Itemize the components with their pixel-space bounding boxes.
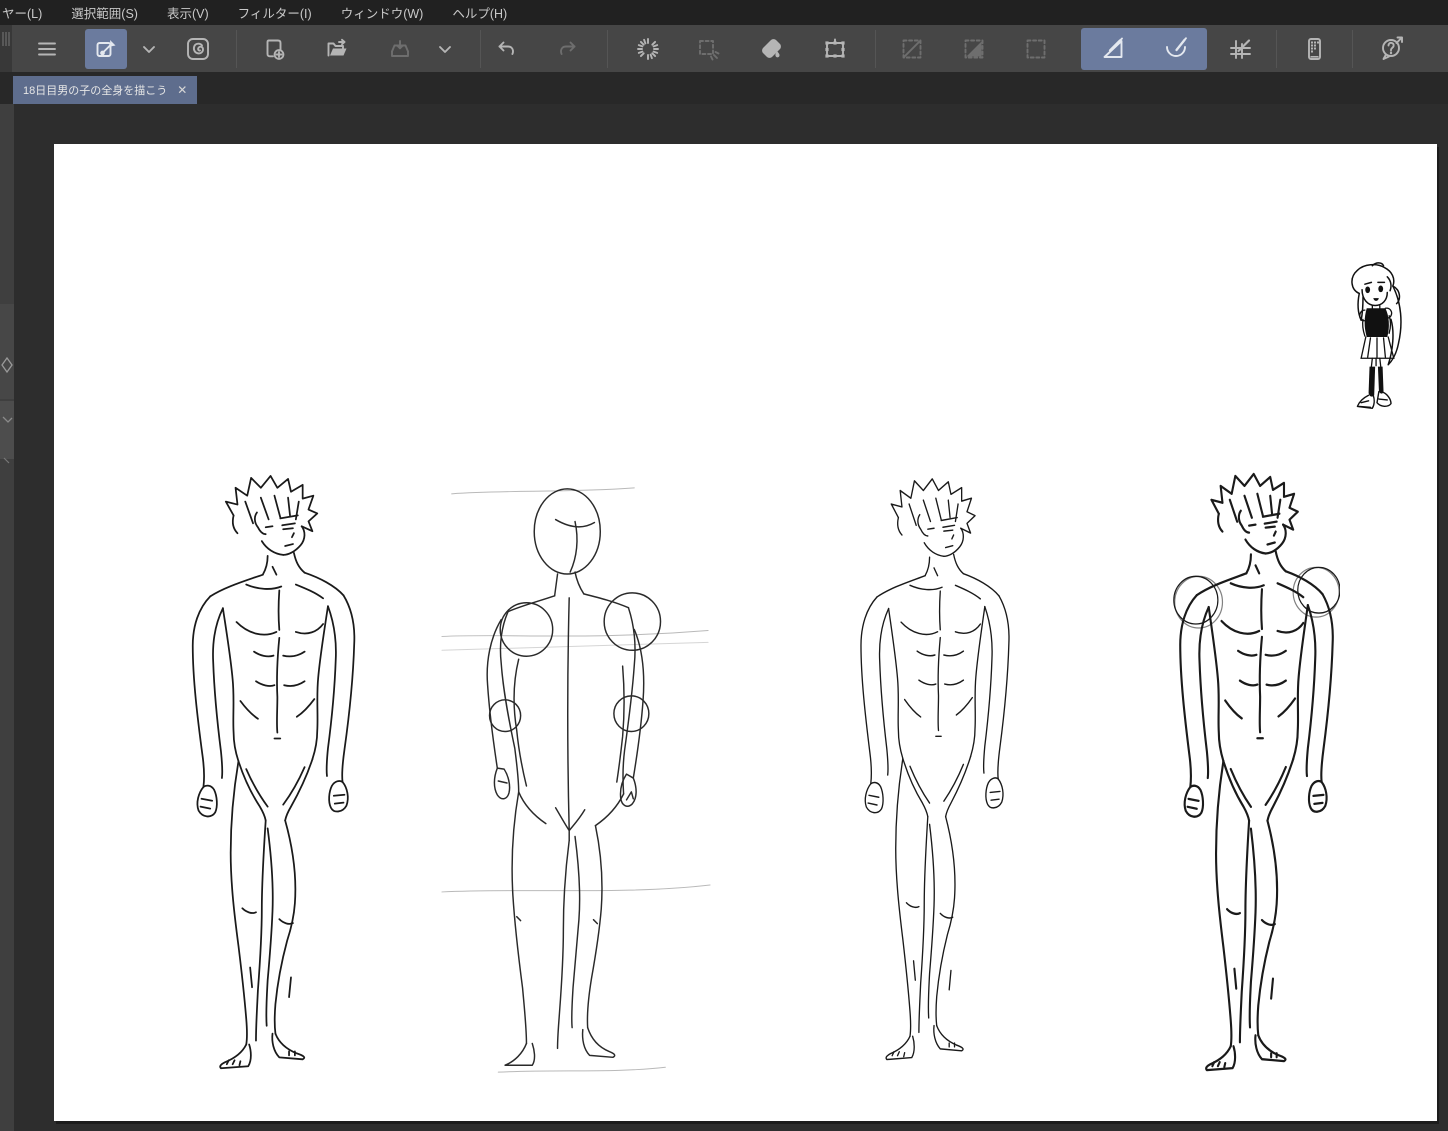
menu-bar: ヤー(L) 選択範囲(S) 表示(V) フィルター(I) ウィンドウ(W) ヘル… (0, 0, 1448, 25)
operation-tool-icon[interactable] (85, 28, 127, 69)
male-full-body-lineart-2 (820, 475, 1016, 1075)
workspace (0, 104, 1448, 1131)
deselect-burst-icon[interactable] (627, 29, 669, 69)
dock-tick-icon[interactable] (1, 456, 13, 466)
help-bubble-icon[interactable] (1365, 29, 1419, 69)
male-full-body-construction-sketch (440, 476, 712, 1090)
redo-arrow-icon[interactable] (549, 29, 587, 69)
male-full-body-lineart-1 (148, 472, 362, 1084)
expand-panel-icon[interactable] (1, 354, 13, 376)
document-view (14, 104, 1448, 1131)
menu-filter[interactable]: フィルター(I) (238, 0, 312, 25)
dashed-square-icon[interactable] (1015, 29, 1057, 69)
toolbar-divider (1352, 29, 1353, 68)
menu-layer[interactable]: ヤー(L) (2, 0, 42, 25)
paint-application-window: ヤー(L) 選択範囲(S) 表示(V) フィルター(I) ウィンドウ(W) ヘル… (0, 0, 1448, 1131)
transform-handles-icon[interactable] (814, 29, 856, 69)
menu-help[interactable]: ヘルプ(H) (452, 0, 507, 25)
chibi-girl-reference (1335, 262, 1419, 424)
chevron-down-icon[interactable] (429, 29, 461, 69)
menu-view[interactable]: 表示(V) (167, 0, 209, 25)
collapse-chevron-icon[interactable] (1, 414, 13, 428)
toolbar-divider (480, 29, 481, 68)
menu-selection[interactable]: 選択範囲(S) (71, 0, 138, 25)
chevron-down-icon[interactable] (133, 29, 165, 69)
clip-studio-logo-icon[interactable] (177, 29, 219, 69)
close-icon[interactable]: ✕ (177, 83, 187, 97)
dashed-square-diagonal-icon[interactable] (891, 29, 933, 69)
toolbar-divider (236, 29, 237, 68)
new-document-icon[interactable] (254, 29, 296, 69)
toolbar-grip[interactable] (0, 25, 12, 72)
drawing-canvas[interactable] (54, 144, 1437, 1121)
smartphone-icon[interactable] (1289, 29, 1339, 69)
toolbar-divider (607, 29, 608, 68)
reselect-dashed-icon[interactable] (687, 29, 729, 69)
menu-window[interactable]: ウィンドウ(W) (341, 0, 424, 25)
command-bar (0, 25, 1448, 72)
paint-bucket-icon[interactable] (751, 29, 793, 69)
save-icon[interactable] (379, 29, 421, 69)
dock-segment (0, 304, 14, 399)
document-tab-title: 18日目男の子の全身を描こう (23, 85, 168, 97)
open-folder-icon[interactable] (316, 29, 358, 69)
male-full-body-lineart-3-shoulder-guides (1138, 470, 1340, 1086)
snap-special-ruler-icon[interactable] (1144, 27, 1207, 70)
dock-segment (0, 401, 14, 459)
toolbar-divider (875, 29, 876, 68)
document-tab[interactable]: 18日目男の子の全身を描こう ✕ (13, 76, 198, 104)
snap-ruler-icon[interactable] (1081, 27, 1144, 70)
dashed-square-triangle-icon[interactable] (953, 29, 995, 69)
document-tab-bar: 18日目男の子の全身を描こう ✕ (0, 72, 1448, 104)
undo-arrow-icon[interactable] (487, 29, 525, 69)
collapsed-palette-dock[interactable] (0, 104, 14, 1131)
toolbar-divider (1276, 29, 1277, 68)
snap-grid-icon[interactable] (1217, 29, 1265, 69)
hamburger-menu-icon[interactable] (26, 29, 68, 69)
